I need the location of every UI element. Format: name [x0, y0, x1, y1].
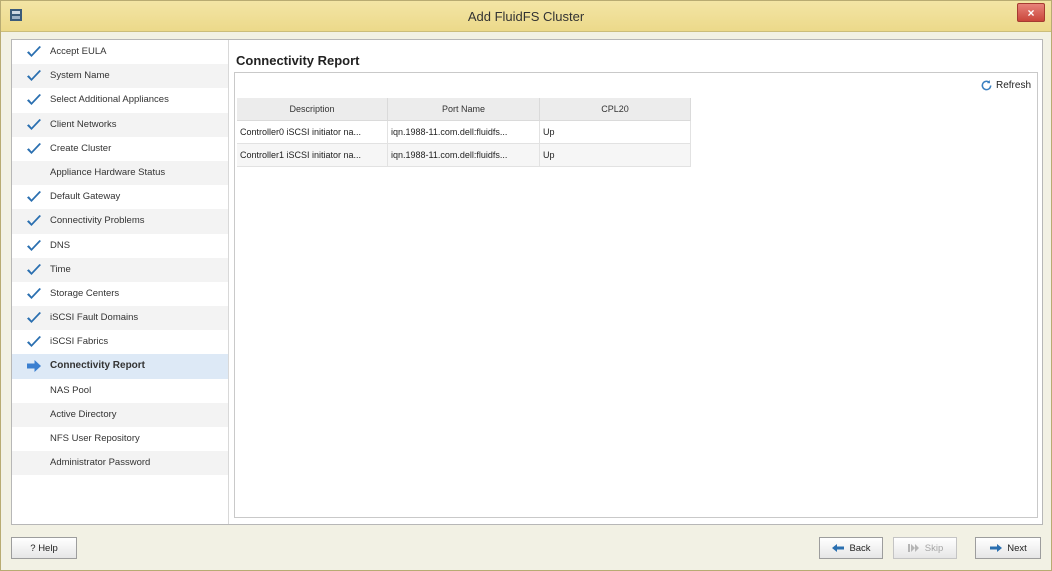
back-label: Back: [849, 542, 871, 554]
sidebar-step-label: Connectivity Report: [50, 360, 146, 372]
connectivity-table: Description Port Name CPL20 Controller0 …: [237, 98, 691, 167]
sidebar-step-label: NFS User Repository: [50, 433, 140, 444]
help-button[interactable]: ? Help: [11, 537, 77, 559]
sidebar-step-appliance-hardware-status[interactable]: Appliance Hardware Status: [12, 160, 228, 186]
window-title: Add FluidFS Cluster: [467, 9, 585, 24]
sidebar-step-label: Appliance Hardware Status: [50, 166, 166, 178]
sidebar-step-dns[interactable]: DNS: [12, 234, 228, 258]
sidebar-step-time[interactable]: Time: [12, 257, 228, 282]
sidebar-step-connectivity-problems[interactable]: Connectivity Problems: [12, 209, 228, 234]
sidebar-step-label: Active Directory: [50, 408, 117, 420]
sidebar-step-system-name[interactable]: System Name: [12, 64, 228, 89]
arrow-right-icon: [990, 544, 1003, 552]
checkmark-icon: [27, 191, 41, 203]
cell-port-name: iqn.1988-11.com.dell:fluidfs...: [387, 143, 540, 167]
checkmark-icon: [27, 239, 41, 251]
title-bar: Add FluidFS Cluster ×: [1, 1, 1051, 32]
back-button[interactable]: Back: [819, 537, 883, 559]
cell-description: Controller0 iSCSI initiator na...: [237, 120, 388, 144]
sidebar-step-nfs-user-repository[interactable]: NFS User Repository: [12, 427, 228, 451]
sidebar-step-storage-centers[interactable]: Storage Centers: [12, 282, 228, 306]
checkmark-icon: [27, 142, 41, 154]
sidebar-step-administrator-password[interactable]: Administrator Password: [12, 451, 228, 476]
cell-status: Up: [539, 120, 691, 144]
arrow-left-icon: [832, 544, 845, 552]
sidebar-step-label: Create Cluster: [50, 142, 112, 154]
table-row[interactable]: Controller0 iSCSI initiator na... iqn.19…: [237, 120, 691, 144]
table-row[interactable]: Controller1 iSCSI initiator na... iqn.19…: [237, 143, 691, 167]
checkmark-icon: [27, 94, 41, 106]
sidebar-step-label: Administrator Password: [50, 457, 151, 469]
page-title: Connectivity Report: [236, 53, 360, 68]
help-label: ? Help: [30, 542, 58, 554]
cell-description: Controller1 iSCSI initiator na...: [237, 143, 388, 167]
cell-status: Up: [539, 143, 691, 167]
sidebar-step-label: Storage Centers: [50, 287, 120, 299]
arrow-right-icon: [27, 360, 41, 373]
wizard-window: Add FluidFS Cluster × Accept EULA System …: [0, 0, 1052, 571]
next-button[interactable]: Next: [975, 537, 1041, 559]
skip-button[interactable]: Skip: [893, 537, 957, 559]
sidebar-step-iscsi-fault-domains[interactable]: iSCSI Fault Domains: [12, 306, 228, 331]
sidebar-step-label: Select Additional Appliances: [50, 94, 169, 106]
checkmark-icon: [27, 312, 41, 324]
wizard-body: Accept EULA System Name Select Additional …: [11, 39, 1043, 525]
sidebar-step-nas-pool[interactable]: NAS Pool: [12, 379, 228, 403]
refresh-icon: [981, 80, 992, 91]
sidebar-step-label: iSCSI Fabrics: [50, 336, 109, 348]
checkmark-icon: [27, 46, 41, 57]
sidebar-step-iscsi-fabrics[interactable]: iSCSI Fabrics: [12, 330, 228, 354]
skip-label: Skip: [924, 542, 944, 554]
report-panel: Refresh Description Port Name CPL20 Cont…: [234, 72, 1038, 518]
sidebar-step-connectivity-report[interactable]: Connectivity Report: [12, 354, 228, 379]
checkmark-icon: [27, 70, 41, 82]
checkmark-icon: [27, 336, 41, 348]
sidebar-step-label: iSCSI Fault Domains: [50, 312, 139, 324]
sidebar-step-create-cluster[interactable]: Create Cluster: [12, 137, 228, 161]
sidebar-step-label: System Name: [50, 70, 110, 82]
checkmark-icon: [27, 215, 41, 227]
sidebar-step-label: Accept EULA: [50, 46, 107, 57]
sidebar-step-select-additional-appliances[interactable]: Select Additional Appliances: [12, 88, 228, 112]
sidebar-step-accept-eula[interactable]: Accept EULA: [12, 40, 228, 64]
refresh-label: Refresh: [995, 80, 1031, 91]
column-header-port-name[interactable]: Port Name: [387, 98, 540, 121]
steps-sidebar: Accept EULA System Name Select Additional …: [12, 40, 229, 524]
sidebar-step-label: Connectivity Problems: [50, 215, 145, 227]
refresh-button[interactable]: Refresh: [980, 79, 1031, 92]
next-label: Next: [1007, 542, 1027, 554]
sidebar-step-active-directory[interactable]: Active Directory: [12, 402, 228, 427]
checkmark-icon: [27, 118, 41, 130]
sidebar-step-label: Time: [50, 263, 71, 275]
main-content: Connectivity Report Refresh Description …: [232, 40, 1042, 524]
sidebar-step-label: Default Gateway: [50, 191, 121, 203]
checkmark-icon: [27, 287, 41, 299]
skip-icon: [907, 544, 919, 552]
sidebar-step-client-networks[interactable]: Client Networks: [12, 112, 228, 137]
sidebar-step-label: Client Networks: [50, 118, 117, 130]
column-header-description[interactable]: Description: [237, 98, 388, 121]
close-button[interactable]: ×: [1017, 3, 1045, 22]
sidebar-step-default-gateway[interactable]: Default Gateway: [12, 185, 228, 209]
sidebar-step-label: DNS: [50, 239, 71, 251]
table-header-row: Description Port Name CPL20: [237, 98, 691, 121]
checkmark-icon: [27, 263, 41, 275]
cell-port-name: iqn.1988-11.com.dell:fluidfs...: [387, 120, 540, 144]
button-bar: ? Help Back Skip Next: [1, 531, 1051, 571]
column-header-cpl20[interactable]: CPL20: [539, 98, 691, 121]
sidebar-step-label: NAS Pool: [50, 384, 92, 396]
